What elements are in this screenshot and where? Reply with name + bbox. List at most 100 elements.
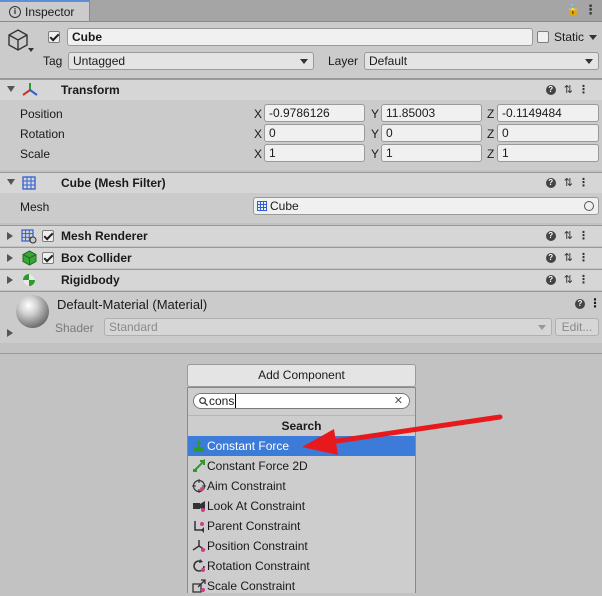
static-checkbox[interactable] [537,31,549,43]
help-icon[interactable]: ? [545,178,556,189]
shader-dropdown[interactable]: Standard [104,318,552,336]
annotation-arrow [302,414,503,455]
mesh-renderer-title: Mesh Renderer [61,229,148,243]
rigidbody-header[interactable]: Rigidbody ? ⇅⋮ [0,269,602,290]
scale-y-field[interactable]: 1 [381,144,482,162]
position-y-field[interactable]: 11.85003 [381,104,482,122]
mesh-renderer-header[interactable]: Mesh Renderer ? ⇅⋮ [0,225,602,246]
mesh-filter-title: Cube (Mesh Filter) [61,176,166,190]
help-icon[interactable]: ? [545,253,556,264]
rigidbody-icon [23,274,35,286]
mesh-filter-header[interactable]: Cube (Mesh Filter) ? ⇅⋮ [0,172,602,193]
list-item-label: Parent Constraint [207,519,301,533]
tab-bar [0,0,602,22]
mesh-filter-icon [22,176,36,190]
more-options-icon[interactable]: ⋮ [584,2,597,18]
material-preview-sphere [16,295,49,328]
list-item-label: Constant Force [207,439,290,453]
help-icon[interactable]: ? [545,231,556,242]
shader-label: Shader [55,321,94,335]
list-item-scale-constraint[interactable]: Scale Constraint [188,576,415,596]
collapse-arrow-icon[interactable] [7,86,15,92]
mesh-label: Mesh [20,200,50,214]
expand-arrow-icon[interactable] [7,232,13,240]
list-item-label: Position Constraint [207,539,308,553]
axis-x-label: X [254,147,263,161]
layer-dropdown[interactable]: Default [364,52,599,70]
context-menu-icon[interactable]: ⋮ [578,230,594,242]
icon-dropdown-arrow[interactable] [28,48,34,52]
constant-force-icon [194,440,204,452]
layer-value: Default [369,54,408,68]
axis-y-label: Y [371,147,380,161]
list-item-rotation-constraint[interactable]: Rotation Constraint [188,556,415,576]
object-header: Cube Static Tag Untagged Layer Default [0,22,602,79]
mesh-object-field[interactable]: Cube [253,197,599,215]
box-collider-header[interactable]: Box Collider ? ⇅⋮ [0,247,602,268]
position-z-field[interactable]: -0.1149484 [497,104,599,122]
active-checkbox[interactable] [48,31,60,43]
expand-arrow-icon[interactable] [7,329,13,337]
rotation-constraint-icon [193,559,205,572]
shader-value: Standard [109,320,158,334]
lock-icon[interactable]: 🔒 [566,3,580,16]
presets-icon[interactable]: ⇅ [564,84,578,96]
edit-shader-button[interactable]: Edit... [555,318,599,336]
scale-constraint-icon [192,579,206,593]
context-menu-icon[interactable]: ⋮ [578,84,594,96]
presets-icon[interactable]: ⇅ [564,274,578,286]
context-menu-icon[interactable]: ⋮ [578,252,594,264]
rotation-y-field[interactable]: 0 [381,124,482,142]
object-name-field[interactable]: Cube [67,28,533,46]
help-icon[interactable]: ? [575,299,585,309]
tab-title: Inspector [25,5,75,19]
context-menu-icon[interactable]: ⋮ [578,274,594,286]
tag-dropdown[interactable]: Untagged [68,52,314,70]
context-menu-icon[interactable]: ⋮ [578,177,594,189]
rotation-z-field[interactable]: 0 [497,124,599,142]
cube-icon [8,29,28,51]
add-component-button[interactable]: Add Component [187,364,416,387]
axis-z-label: Z [487,107,495,121]
search-value: cons [209,394,237,408]
collapse-arrow-icon[interactable] [7,179,15,185]
list-item-position-constraint[interactable]: Position Constraint [188,536,415,556]
presets-icon[interactable]: ⇅ [564,177,578,189]
list-item-label: Rotation Constraint [207,559,310,573]
list-item-label: Aim Constraint [207,479,286,493]
position-constraint-icon [192,540,206,552]
look-at-constraint-icon [193,501,205,512]
scale-z-field[interactable]: 1 [497,144,599,162]
rotation-x-field[interactable]: 0 [264,124,365,142]
object-picker-icon[interactable] [584,201,594,211]
scale-label: Scale [20,147,51,161]
axis-z-label: Z [487,147,495,161]
list-item-label: Look At Constraint [207,499,306,513]
position-x-field[interactable]: -0.9786126 [264,104,365,122]
search-icon [199,397,208,406]
list-item-parent-constraint[interactable]: Parent Constraint [188,516,415,536]
expand-arrow-icon[interactable] [7,254,13,262]
mesh-icon [257,201,267,211]
tab-inspector[interactable]: i Inspector [0,0,90,21]
mesh-renderer-enabled-checkbox[interactable] [42,230,54,242]
axis-z-label: Z [487,127,495,141]
scale-x-field[interactable]: 1 [264,144,365,162]
transform-header[interactable]: Transform ? ⇅⋮ [0,79,602,100]
list-item-look-at-constraint[interactable]: Look At Constraint [188,496,415,516]
static-dropdown-arrow[interactable] [589,35,597,40]
material-title: Default-Material (Material) [57,297,208,312]
list-item-aim-constraint[interactable]: Aim Constraint [188,476,415,496]
help-icon[interactable]: ? [545,275,556,286]
context-menu-icon[interactable]: ⋮ [589,296,601,310]
mesh-renderer-icon [21,229,37,244]
constant-force-2d-icon [193,459,205,472]
tag-value: Untagged [73,54,126,68]
mesh-value: Cube [270,199,299,213]
rigidbody-title: Rigidbody [61,273,120,287]
presets-icon[interactable]: ⇅ [564,252,578,264]
expand-arrow-icon[interactable] [7,276,13,284]
presets-icon[interactable]: ⇅ [564,230,578,242]
box-collider-enabled-checkbox[interactable] [42,252,54,264]
help-icon[interactable]: ? [545,85,556,96]
